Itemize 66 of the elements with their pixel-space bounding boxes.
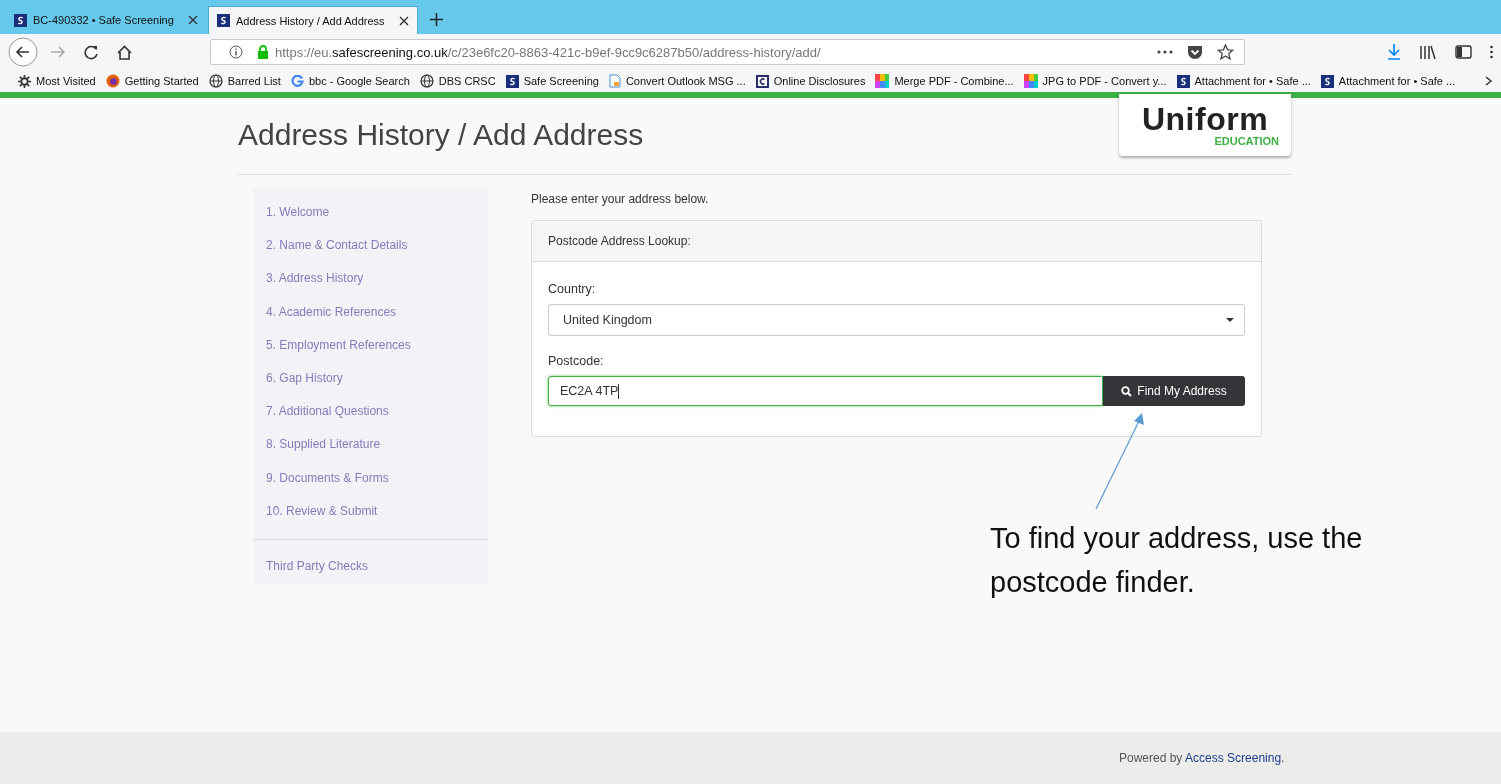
logo-name: Uniform bbox=[1141, 103, 1269, 135]
sidebar-link[interactable]: 1. Welcome bbox=[253, 196, 488, 230]
sidebar-link[interactable]: 8. Supplied Literature bbox=[253, 428, 488, 462]
back-icon[interactable] bbox=[8, 37, 38, 67]
bookmark-link[interactable]: Convert Outlook MSG ... bbox=[608, 74, 746, 88]
reload-icon[interactable] bbox=[84, 44, 99, 60]
sidebar-link[interactable]: 10. Review & Submit bbox=[253, 494, 488, 529]
more-icon[interactable] bbox=[1157, 50, 1173, 54]
sidebar-icon[interactable] bbox=[1455, 45, 1472, 59]
download-icon[interactable] bbox=[1387, 44, 1401, 60]
chevron-icon[interactable] bbox=[1485, 76, 1493, 86]
caret-icon bbox=[1226, 318, 1234, 322]
intro-text: Please enter your address below. bbox=[531, 192, 710, 206]
browser-logo-icon bbox=[105, 74, 120, 88]
bookmark-link[interactable]: Most Visited bbox=[18, 74, 96, 88]
home-icon[interactable] bbox=[117, 44, 132, 60]
postcode-field[interactable]: EC2A 4TP bbox=[548, 376, 1103, 406]
bookmark-link[interactable]: JPG to PDF - Convert y... bbox=[1023, 74, 1167, 88]
globe-icon bbox=[208, 74, 223, 88]
sidebar-link[interactable]: 5. Employment References bbox=[253, 328, 488, 362]
pocket-icon[interactable] bbox=[1187, 44, 1203, 60]
address-bar[interactable]: https://eu.safescreening.co.uk/c/23e6fc20-8863-421c-b9ef-9cc9c6287b50/address-history/add/ bbox=[210, 39, 1245, 65]
color-grid-icon bbox=[875, 74, 890, 88]
square-logo-icon bbox=[755, 74, 769, 88]
g-logo-icon bbox=[290, 74, 304, 88]
bookmark-link[interactable]: Attachment for • Safe ... bbox=[1176, 74, 1311, 88]
new-tab-icon[interactable] bbox=[430, 13, 443, 26]
panel-title: Postcode Address Lookup: bbox=[548, 234, 691, 248]
sidebar-link[interactable]: 7. Additional Questions bbox=[253, 395, 488, 429]
country-dropdown[interactable]: United Kingdom bbox=[548, 304, 1245, 336]
sidebar-link[interactable]: 6. Gap History bbox=[253, 362, 488, 396]
sidebar-link[interactable]: 4. Academic References bbox=[253, 295, 488, 329]
browser-tab[interactable]: BC-490332 • Safe Screening bbox=[6, 6, 206, 34]
browser-tab[interactable]: Address History / Add Address bbox=[208, 6, 418, 34]
field-label: Country: bbox=[548, 282, 597, 296]
bookmark-link[interactable]: bbc - Google Search bbox=[290, 74, 410, 88]
bookmark-link[interactable]: Merge PDF - Combine... bbox=[875, 74, 1014, 88]
star-icon[interactable] bbox=[1217, 44, 1234, 60]
sidebar-link[interactable]: 3. Address History bbox=[253, 262, 488, 296]
sidebar-link[interactable]: 9. Documents & Forms bbox=[253, 461, 488, 495]
info-icon[interactable] bbox=[229, 45, 243, 59]
document-icon bbox=[608, 74, 621, 88]
footer-text: Powered by Access Screening. bbox=[1119, 751, 1285, 765]
overflow-icon[interactable] bbox=[1490, 45, 1493, 59]
bookmark-link[interactable]: Safe Screening bbox=[505, 74, 599, 88]
color-grid-icon bbox=[1023, 74, 1038, 88]
sidebar-link[interactable]: 2. Name & Contact Details bbox=[253, 229, 488, 263]
url-text: https://eu.safescreening.co.uk/c/23e6fc20-8863-421c-b9ef-9cc9c6287b50/address-history/add/ bbox=[275, 44, 821, 60]
bookmark-link[interactable]: Barred List bbox=[208, 74, 281, 88]
lock-icon bbox=[257, 45, 269, 59]
bookmark-link[interactable]: DBS CRSC bbox=[419, 74, 496, 88]
gear-icon bbox=[18, 74, 31, 88]
bookmark-link[interactable]: Getting Started bbox=[105, 74, 199, 88]
close-icon[interactable] bbox=[399, 15, 409, 26]
globe-icon bbox=[419, 74, 434, 88]
logo-subtitle: EDUCATION bbox=[1214, 135, 1279, 147]
search-icon bbox=[1121, 385, 1133, 397]
close-icon[interactable] bbox=[188, 15, 198, 25]
sidebar-link[interactable]: Third Party Checks bbox=[253, 550, 488, 584]
library-icon[interactable] bbox=[1419, 44, 1437, 60]
callout-text: To find your address, use the postcode finder. bbox=[990, 521, 1364, 600]
field-label: Postcode: bbox=[548, 354, 605, 368]
find-address-button[interactable]: Find My Address bbox=[1103, 376, 1245, 406]
page-title: Address History / Add Address bbox=[238, 118, 644, 152]
bookmark-link[interactable]: Online Disclosures bbox=[755, 74, 866, 88]
bookmark-link[interactable]: Attachment for • Safe ... bbox=[1320, 74, 1456, 88]
